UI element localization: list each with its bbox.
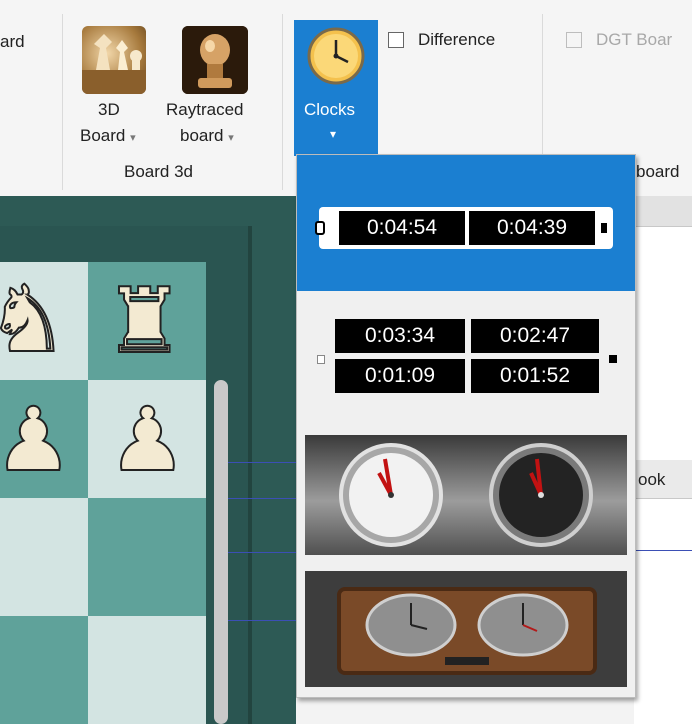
clock-option-wooden[interactable] — [305, 571, 627, 687]
dgt-board-checkbox[interactable] — [566, 32, 582, 48]
chevron-down-icon: ▾ — [228, 132, 234, 144]
chevron-down-icon: ▾ — [330, 127, 337, 141]
book-tab[interactable]: ook — [634, 460, 692, 499]
left-clock-button — [315, 221, 325, 235]
bottom-left-time: 0:01:09 — [335, 359, 465, 393]
ribbon-separator — [62, 14, 63, 190]
clock-option-analog-chrome[interactable] — [305, 435, 627, 555]
left-indicator — [317, 355, 325, 364]
partial-board-label[interactable]: ard — [0, 32, 25, 52]
white-pawn-piece[interactable]: ♟ — [107, 389, 188, 491]
right-pane: ook — [634, 196, 692, 724]
3d-board-label-line2: Board ▾ — [80, 126, 136, 145]
difference-checkbox[interactable] — [388, 32, 404, 48]
board-square[interactable] — [88, 616, 206, 724]
divider — [634, 550, 692, 551]
ribbon-separator — [282, 14, 283, 190]
dgt-board-label: DGT Boar — [596, 30, 673, 49]
left-clock-time: 0:04:54 — [339, 211, 465, 245]
right-indicator — [609, 355, 617, 363]
right-clock-button — [599, 221, 609, 235]
pane-header — [634, 196, 692, 227]
white-knight-piece[interactable]: ♞ — [0, 269, 69, 371]
right-clock-time: 0:04:39 — [469, 211, 595, 245]
divider — [228, 498, 296, 499]
raytraced-label-line1: Raytraced — [166, 100, 244, 119]
raytraced-board-icon — [182, 26, 248, 94]
bottom-right-time: 0:01:52 — [471, 359, 599, 393]
white-rook-piece[interactable]: ♜ — [103, 271, 186, 373]
clock-option-digital-double[interactable]: 0:03:34 0:02:47 0:01:09 0:01:52 — [297, 293, 635, 433]
board-square[interactable] — [0, 498, 88, 616]
analog-clocks-icon — [339, 443, 593, 547]
white-pawn-piece[interactable]: ♟ — [0, 389, 74, 491]
board-square[interactable] — [88, 498, 206, 616]
3d-board-icon — [82, 26, 146, 94]
divider — [228, 620, 296, 621]
clock-icon — [307, 27, 365, 85]
book-tab-label: ook — [638, 470, 666, 489]
dgt-group-label: board — [636, 162, 680, 181]
clocks-label: Clocks — [304, 100, 356, 119]
3d-board-label-line1: 3D — [98, 100, 120, 119]
divider — [228, 552, 296, 553]
raytraced-label-line2: board ▾ — [180, 126, 234, 145]
difference-label: Difference — [418, 30, 496, 49]
top-right-time: 0:02:47 — [471, 319, 599, 353]
divider — [228, 462, 296, 463]
clock-style-menu: 0:04:54 0:04:39 0:03:34 0:02:47 0:01:09 … — [296, 154, 636, 698]
chevron-down-icon: ▾ — [130, 132, 136, 144]
clocks-button[interactable]: Clocks ▾ — [294, 20, 378, 156]
vertical-scrollbar[interactable] — [214, 380, 228, 724]
board-square[interactable] — [0, 616, 88, 724]
wooden-clock-icon — [337, 587, 597, 675]
top-left-time: 0:03:34 — [335, 319, 465, 353]
clock-option-digital-single[interactable]: 0:04:54 0:04:39 — [297, 155, 635, 291]
board-3d-group-label: Board 3d — [124, 162, 193, 181]
